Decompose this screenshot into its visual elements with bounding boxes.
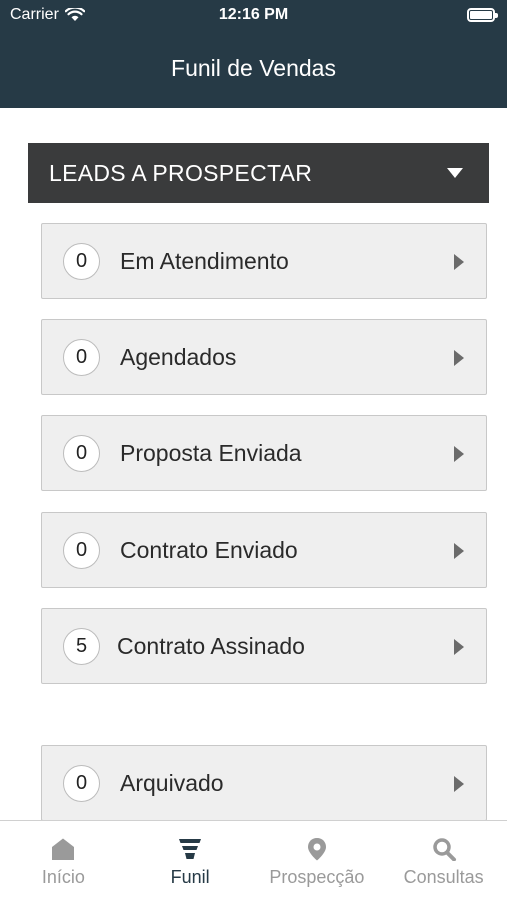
count-badge: 5 bbox=[63, 628, 100, 665]
stage-label: Agendados bbox=[120, 344, 237, 370]
chevron-right-icon bbox=[454, 350, 464, 366]
map-pin-icon bbox=[307, 838, 326, 861]
tab-label: Consultas bbox=[403, 867, 484, 887]
battery-icon bbox=[467, 8, 498, 22]
stage-row-agendados[interactable]: 0 Agendados bbox=[41, 319, 487, 395]
caret-down-icon bbox=[447, 168, 463, 178]
status-time: 12:16 PM bbox=[218, 6, 289, 23]
chevron-right-icon bbox=[454, 543, 464, 559]
search-icon bbox=[432, 838, 456, 861]
chevron-right-icon bbox=[454, 639, 464, 655]
stage-row-em-atendimento[interactable]: 0 Em Atendimento bbox=[41, 223, 487, 299]
tab-label: Prospecção bbox=[269, 867, 365, 887]
stage-label: Proposta Enviada bbox=[120, 440, 302, 466]
stage-row-contrato-assinado[interactable]: 5 Contrato Assinado bbox=[41, 608, 487, 684]
chevron-right-icon bbox=[454, 446, 464, 462]
tab-label: Início bbox=[41, 867, 85, 887]
tab-label: Funil bbox=[170, 867, 210, 887]
section-dropdown[interactable]: LEADS A PROSPECTAR bbox=[28, 143, 489, 203]
count-badge: 0 bbox=[63, 532, 100, 569]
stage-row-proposta-enviada[interactable]: 0 Proposta Enviada bbox=[41, 415, 487, 491]
count-badge: 0 bbox=[63, 243, 100, 280]
count-badge: 0 bbox=[63, 765, 100, 802]
stage-row-arquivado[interactable]: 0 Arquivado bbox=[41, 745, 487, 820]
count-badge: 0 bbox=[63, 339, 100, 376]
chevron-right-icon bbox=[454, 254, 464, 270]
stage-label: Contrato Assinado bbox=[117, 633, 305, 659]
tab-consultas[interactable]: Consultas bbox=[380, 821, 507, 900]
top-bar: Carrier 12:16 PM Funil de Vendas bbox=[0, 0, 507, 108]
funnel-icon bbox=[179, 839, 202, 859]
funnel-content[interactable]: LEADS A PROSPECTAR 0 Em Atendimento 0 Ag… bbox=[0, 108, 507, 820]
stage-label: Contrato Enviado bbox=[120, 537, 298, 563]
stage-label: Em Atendimento bbox=[120, 248, 289, 274]
page-title: Funil de Vendas bbox=[171, 55, 336, 81]
tab-bar: Início Funil Prospecção Consultas bbox=[0, 820, 507, 900]
screen: Carrier 12:16 PM Funil de Vendas LEADS A… bbox=[0, 0, 507, 900]
count-badge: 0 bbox=[63, 435, 100, 472]
tab-funil[interactable]: Funil bbox=[127, 821, 254, 900]
stage-label: Arquivado bbox=[120, 770, 224, 796]
tab-inicio[interactable]: Início bbox=[0, 821, 127, 900]
status-bar: Carrier 12:16 PM bbox=[0, 0, 507, 32]
stage-row-contrato-enviado[interactable]: 0 Contrato Enviado bbox=[41, 512, 487, 588]
section-title: LEADS A PROSPECTAR bbox=[49, 159, 313, 186]
tab-prospeccao[interactable]: Prospecção bbox=[254, 821, 381, 900]
home-icon bbox=[52, 838, 75, 860]
chevron-right-icon bbox=[454, 776, 464, 792]
